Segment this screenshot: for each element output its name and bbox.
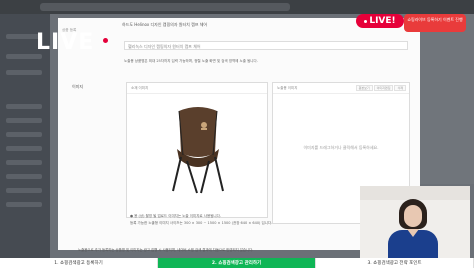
display-image-actions: 원본보기 이미지편집 삭제: [355, 85, 406, 91]
product-name-input[interactable]: 헬리녹스 디자인 캠핑의자 원터치 캠프 체어: [124, 41, 408, 50]
step-1-tab[interactable]: 1. 쇼핑검색광고 등록하기: [0, 258, 158, 268]
modal-title: 하드도 Helinox 디자인 캠핑의자 원터치 캠프 체어: [122, 22, 208, 27]
product-name-notice: 노출용 상품명은 최대 25자까지 입력 가능하며, 정렬 노출 화면 및 검색…: [124, 59, 258, 63]
camping-chair-image: [172, 107, 224, 194]
delete-image-button[interactable]: 삭제: [394, 85, 406, 91]
address-bar[interactable]: [40, 3, 290, 11]
display-image-label: 노출용 이미지: [277, 86, 298, 90]
image-field-label: 이미지: [72, 84, 84, 89]
step-navigation: 1. 쇼핑검색광고 등록하기 2. 쇼핑검색광고 관리하기 3. 쇼핑검색광고 …: [0, 258, 474, 268]
image-info-line-2: 등록 가능한 노출형 이미지 사이즈는 300 × 300 ~ 1500 × 1…: [130, 221, 273, 225]
live-dot-icon: [364, 19, 368, 23]
presenter-video: [360, 186, 470, 258]
event-badge: 쇼핑라이브 등록하기 이벤트 진행: [404, 14, 466, 32]
video-background-shelf: [360, 186, 470, 200]
live-logo: LIVE: [36, 30, 95, 55]
step-2-tab[interactable]: 2. 쇼핑검색광고 관리하기: [158, 258, 316, 268]
step-3-tab[interactable]: 3. 쇼핑검색광고 전략 포인트: [316, 258, 474, 268]
source-image-label: 소재 이미지: [131, 86, 149, 90]
presenter-face: [404, 205, 422, 227]
live-badge: LIVE!: [356, 14, 404, 28]
background-right-panel: [420, 14, 474, 184]
source-image-box[interactable]: 소재 이미지: [126, 82, 268, 218]
live-logo-dot: [103, 38, 108, 43]
upload-placeholder: 이미지를 드래그하거나 클릭해서 등록하세요.: [303, 145, 379, 150]
image-info-line-1: ● 용 (상) 촬영 될 업로드 이미지는 노출 이미지로 사용됩니다.: [130, 214, 221, 218]
live-badge-label: LIVE!: [369, 16, 396, 26]
footer-note: 노출용으로 추가 등록하는 상품명 및 이미지는 광고 집행 시 사용되며, 네…: [78, 248, 254, 252]
browser-toolbar: [0, 0, 474, 14]
edit-image-button[interactable]: 이미지편집: [373, 85, 394, 91]
view-original-button[interactable]: 원본보기: [355, 85, 373, 91]
